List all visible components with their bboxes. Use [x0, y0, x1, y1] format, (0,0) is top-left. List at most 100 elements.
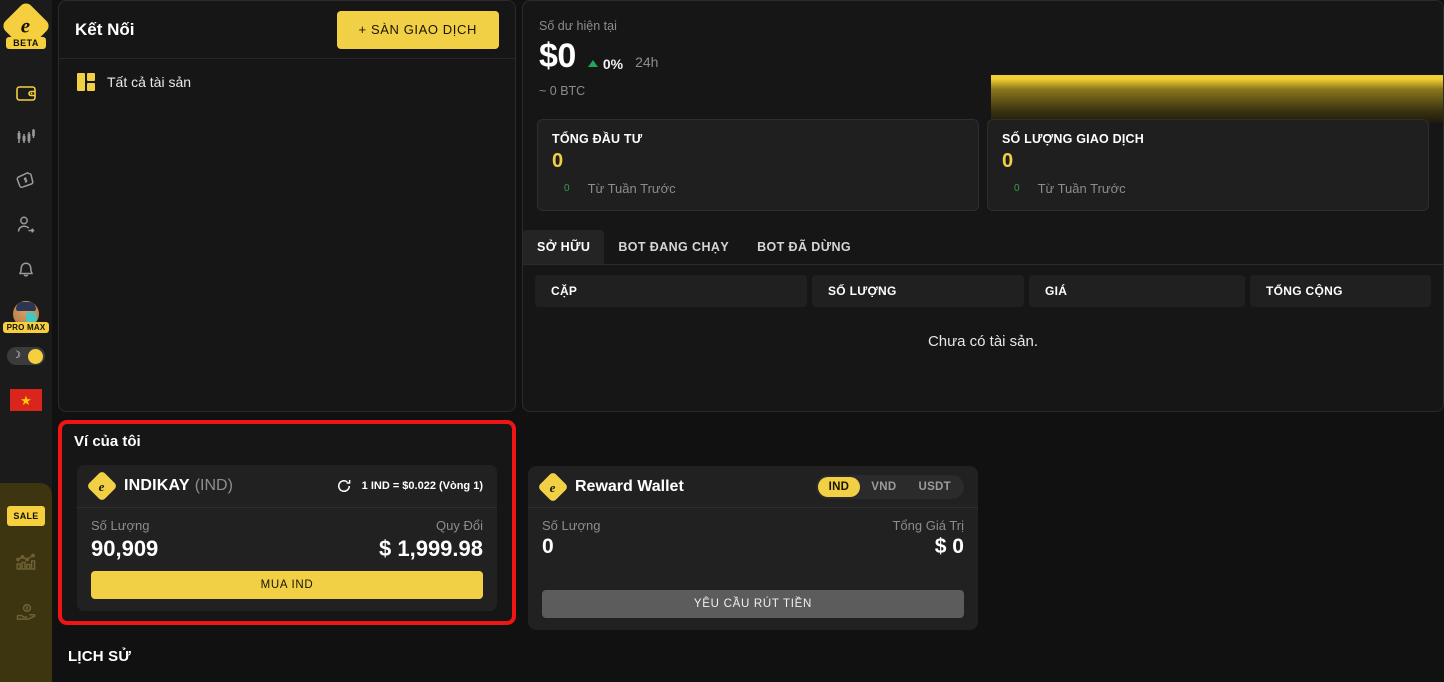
balance-change: 0% — [587, 55, 624, 72]
toggle-knob — [28, 348, 43, 364]
sidebar-item-market[interactable] — [0, 115, 52, 159]
stat-card-total-investment: TỔNG ĐẦU TƯ 0 0 Từ Tuần Trước — [537, 119, 979, 211]
currency-option-vnd[interactable]: VND — [860, 477, 907, 497]
candlestick-chart-icon — [17, 129, 35, 143]
stat-sub: 0 Từ Tuần Trước — [1002, 181, 1414, 196]
stat-value: 0 — [552, 150, 564, 172]
column-header-price: GIÁ — [1029, 275, 1245, 307]
coin-labels: Số Lượng Quy Đổi — [91, 518, 483, 533]
app-root: e BETA PRO MAX ☽ ★ SALE Kết Nối + SÀN GI… — [0, 0, 1444, 682]
coin-header: e INDIKAY (IND) 1 IND = $0.022 (Vòng 1) — [77, 465, 497, 508]
tab-running-bots[interactable]: BOT ĐANG CHẠY — [604, 230, 743, 264]
connect-card: Kết Nối + SÀN GIAO DỊCH Tất cả tài sản — [58, 0, 516, 412]
reward-values: 0 $ 0 — [542, 535, 964, 559]
coin-identity: e INDIKAY (IND) — [86, 470, 233, 502]
app-logo[interactable]: e BETA — [0, 0, 52, 52]
reward-coin-glyph: e — [550, 479, 556, 494]
reward-wallet-header: e Reward Wallet IND VND USDT — [528, 466, 978, 508]
logo-glyph: e — [21, 13, 31, 38]
coin-values: 90,909 $ 1,999.98 — [91, 536, 483, 562]
coin-ticker: (IND) — [194, 477, 233, 494]
sidebar-item-notifications[interactable] — [0, 247, 52, 291]
reward-qty-label: Số Lượng — [542, 518, 601, 533]
coin-rate-group: 1 IND = $0.022 (Vòng 1) — [335, 477, 483, 495]
coin-rate: 1 IND = $0.022 (Vòng 1) — [361, 480, 483, 492]
coin-qty-label: Số Lượng — [91, 518, 150, 533]
connect-header: Kết Nối + SÀN GIAO DỊCH — [59, 1, 515, 59]
all-assets-item[interactable]: Tất cả tài sản — [59, 59, 515, 105]
bell-icon — [19, 262, 33, 277]
stat-cards: TỔNG ĐẦU TƯ 0 0 Từ Tuần Trước SỐ LƯỢNG G… — [523, 119, 1443, 211]
sidebar-item-referral[interactable] — [0, 203, 52, 247]
tab-owned[interactable]: SỞ HỮU — [523, 230, 605, 264]
reward-wallet-card: e Reward Wallet IND VND USDT Số Lượng Tổ… — [528, 466, 978, 630]
currency-option-usdt[interactable]: USDT — [907, 477, 962, 497]
reward-identity: e Reward Wallet — [537, 470, 684, 503]
page-title: Kết Nối — [75, 19, 135, 39]
column-header-total: TỔNG CỘNG — [1250, 275, 1431, 307]
grid-icon — [77, 73, 95, 91]
coin-convert-label: Quy Đổi — [436, 518, 483, 533]
sidebar-item-wallet[interactable] — [0, 71, 52, 115]
reward-coin-icon: e — [537, 470, 569, 503]
stat-card-transaction-count: SỐ LƯỢNG GIAO DỊCH 0 0 Từ Tuần Trước — [987, 119, 1429, 211]
balance-period: 24h — [635, 54, 659, 70]
stat-title: SỐ LƯỢNG GIAO DỊCH — [1002, 132, 1144, 146]
currency-option-ind[interactable]: IND — [817, 476, 861, 497]
portfolio-table-header: CẶP SỐ LƯỢNG GIÁ TỔNG CỘNG — [523, 275, 1443, 307]
history-section-title: LỊCH SỬ — [68, 648, 132, 665]
coin-body: Số Lượng Quy Đổi 90,909 $ 1,999.98 — [77, 508, 497, 562]
sidebar-item-earnings[interactable] — [0, 590, 52, 634]
analytics-chart-icon — [16, 553, 36, 570]
sale-badge[interactable]: SALE — [7, 506, 45, 526]
reward-wallet-name: Reward Wallet — [575, 477, 684, 495]
gold-gradient-banner — [991, 75, 1443, 123]
stat-sub: 0 Từ Tuần Trước — [552, 181, 964, 196]
user-profile[interactable]: PRO MAX — [2, 301, 50, 333]
stat-sub-number: 0 — [564, 183, 570, 194]
reward-total-value: $ 0 — [934, 535, 964, 558]
price-tag-icon — [16, 171, 34, 189]
sale-panel: SALE — [0, 483, 52, 682]
wallet-icon — [16, 86, 36, 101]
pro-max-badge: PRO MAX — [2, 322, 50, 333]
portfolio-tabs: SỞ HỮU BOT ĐANG CHẠY BOT ĐÃ DỪNG — [523, 230, 1443, 265]
balance-change-pct: 0% — [602, 55, 624, 72]
tab-stopped-bots[interactable]: BOT ĐÃ DỪNG — [743, 230, 865, 264]
all-assets-label: Tất cả tài sản — [107, 74, 192, 90]
coin-name-wrap: INDIKAY (IND) — [124, 477, 233, 495]
buy-ind-button[interactable]: MUA IND — [91, 571, 483, 599]
sidebar-item-analytics[interactable] — [0, 540, 52, 584]
refresh-icon[interactable] — [335, 477, 353, 495]
stat-value: 0 — [1002, 150, 1014, 172]
coin-balance-box: e INDIKAY (IND) 1 IND = $0.022 (Vòng 1) S… — [77, 465, 497, 611]
gold-banner-dot — [991, 75, 997, 79]
stat-sub-text: Từ Tuần Trước — [587, 181, 676, 196]
language-flag-vietnam[interactable]: ★ — [10, 389, 42, 411]
sidebar-item-pricing[interactable] — [0, 159, 52, 203]
reward-qty-value: 0 — [542, 535, 554, 558]
hand-money-icon — [16, 603, 36, 620]
coin-name: INDIKAY — [124, 477, 190, 494]
reward-wallet-body: Số Lượng Tổng Giá Trị 0 $ 0 — [528, 508, 978, 559]
indikay-coin-icon: e — [86, 470, 118, 502]
stat-sub-number: 0 — [1014, 183, 1020, 194]
caret-up-icon — [587, 60, 598, 67]
column-header-pair: CẶP — [535, 275, 807, 307]
withdraw-request-button[interactable]: YÊU CẦU RÚT TIỀN — [542, 590, 964, 618]
sidebar: e BETA PRO MAX ☽ ★ SALE — [0, 0, 52, 682]
add-exchange-button[interactable]: + SÀN GIAO DỊCH — [336, 10, 499, 49]
my-wallet-card: Ví của tôi e INDIKAY (IND) 1 IND = $0.022… — [58, 420, 516, 625]
balance-label: Số dư hiện tại — [539, 19, 617, 33]
stat-sub-text: Từ Tuần Trước — [1037, 181, 1126, 196]
user-share-icon — [17, 216, 35, 233]
beta-badge: BETA — [6, 37, 46, 49]
balance-row: $0 0% 24h — [523, 33, 1443, 76]
balance-panel: Số dư hiện tại $0 0% 24h ~ 0 BTC TỔNG ĐẦ… — [522, 0, 1444, 412]
currency-segmented-control: IND VND USDT — [815, 474, 964, 499]
coin-convert-value: $ 1,999.98 — [379, 536, 483, 561]
star-icon: ★ — [20, 392, 32, 408]
moon-icon: ☽ — [12, 350, 21, 361]
stat-title: TỔNG ĐẦU TƯ — [552, 132, 643, 146]
theme-toggle[interactable]: ☽ — [7, 347, 45, 365]
